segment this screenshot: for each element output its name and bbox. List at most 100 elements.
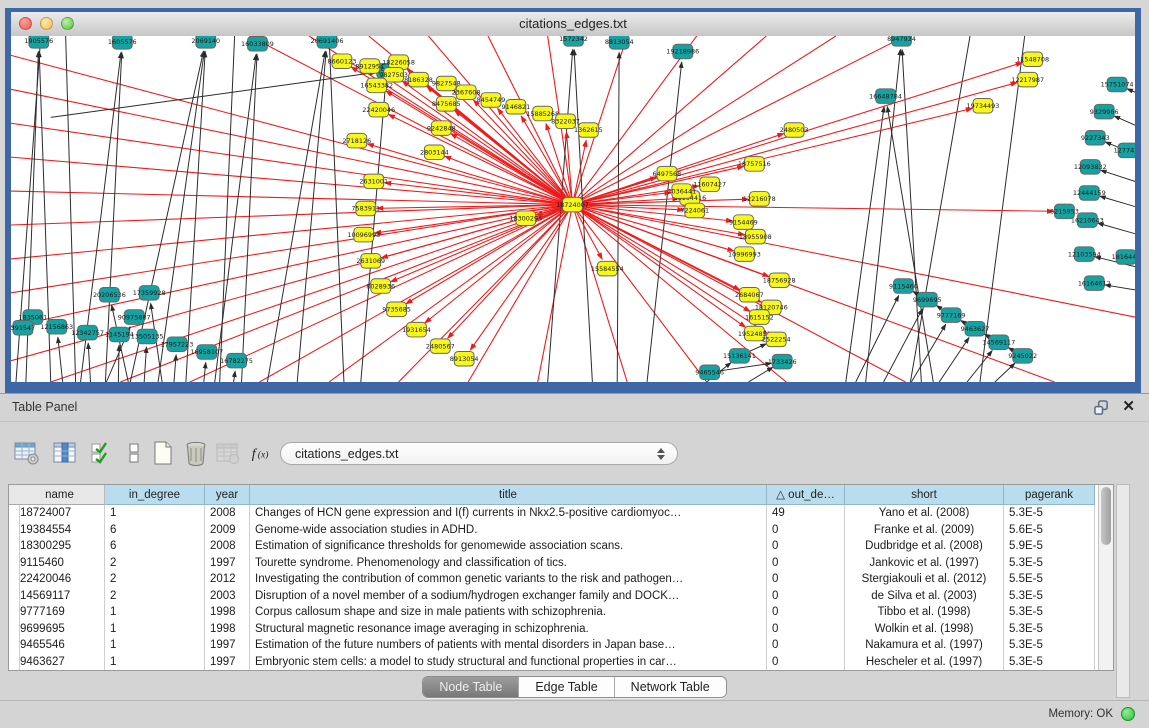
- table-scrollbar[interactable]: [1098, 485, 1113, 670]
- cell-title[interactable]: Disruption of a novel member of a sodium…: [250, 588, 767, 605]
- graph-node-8186328[interactable]: 8186328: [404, 72, 433, 87]
- cell-indeg[interactable]: 1: [105, 654, 205, 671]
- graph-node-9463627[interactable]: 9463627: [961, 321, 990, 336]
- cell-namecol[interactable]: 9463627: [15, 654, 105, 671]
- graph-node-15584554[interactable]: 15584554: [591, 261, 624, 276]
- cell-short[interactable]: Franke et al. (2009): [845, 522, 1004, 539]
- graph-node-12217987[interactable]: 12217987: [1011, 72, 1044, 87]
- graph-node-2036441[interactable]: 2036441: [667, 184, 696, 199]
- cell-title[interactable]: Changes of HCN gene expression and I(f) …: [250, 505, 767, 522]
- graph-node-18757516[interactable]: 18757516: [738, 157, 771, 172]
- cell-pagerank[interactable]: 5.9E-5: [1004, 538, 1095, 555]
- table-header-row[interactable]: namein_degreeyeartitle△ out_de…shortpage…: [9, 485, 1098, 505]
- select-rows-icon[interactable]: [90, 440, 116, 466]
- cell-indeg[interactable]: 1: [105, 637, 205, 654]
- cell-indeg[interactable]: 2: [105, 588, 205, 605]
- column-header-outdeg[interactable]: △ out_de…: [767, 485, 845, 505]
- graph-nodes[interactable]: 1905576160557620691401603380920691406735…: [11, 36, 1135, 380]
- cell-pagerank[interactable]: 5.3E-5: [1004, 637, 1095, 654]
- column-header-indeg[interactable]: in_degree: [105, 485, 205, 505]
- cell-year[interactable]: 1998: [205, 621, 250, 638]
- cell-indeg[interactable]: 2: [105, 555, 205, 572]
- graph-node-8913054[interactable]: 8913054: [450, 351, 479, 366]
- cell-outdeg[interactable]: 0: [767, 571, 845, 588]
- graph-node-2522254[interactable]: 2522254: [762, 332, 791, 347]
- cell-short[interactable]: Tibbo et al. (1998): [845, 604, 1004, 621]
- cell-short[interactable]: Nakamura et al. (1997): [845, 637, 1004, 654]
- tab-network-table[interactable]: Network Table: [615, 677, 726, 697]
- table-row[interactable]: 1872400712008Changes of HCN gene express…: [9, 505, 1098, 522]
- graph-node-11607427[interactable]: 11607427: [693, 177, 726, 192]
- graph-node-1605576[interactable]: 1605576: [108, 36, 137, 49]
- cell-title[interactable]: Investigating the contribution of common…: [250, 571, 767, 588]
- graph-node-7224061[interactable]: 7224061: [680, 203, 709, 218]
- graph-node-9227343[interactable]: 9227343: [1081, 130, 1110, 145]
- table-row[interactable]: 1830029562008Estimation of significance …: [9, 538, 1098, 555]
- cell-short[interactable]: Dudbridge et al. (2008): [845, 538, 1004, 555]
- column-header-short[interactable]: short: [845, 485, 1004, 505]
- graph-node-9777169[interactable]: 9777169: [937, 308, 966, 323]
- citation-network-graph[interactable]: 1905576160557620691401603380920691406735…: [11, 36, 1135, 382]
- graph-node-9465546[interactable]: 9465546: [695, 365, 724, 380]
- cell-title[interactable]: Tourette syndrome. Phenomenology and cla…: [250, 555, 767, 572]
- cell-short[interactable]: Stergiakouli et al. (2012): [845, 571, 1004, 588]
- graph-node-391547[interactable]: 391547: [11, 320, 35, 335]
- cell-outdeg[interactable]: 0: [767, 654, 845, 671]
- table-row[interactable]: 1938455462009Genome-wide association stu…: [9, 522, 1098, 539]
- cell-outdeg[interactable]: 0: [767, 555, 845, 572]
- column-header-pagerank[interactable]: pagerank: [1004, 485, 1095, 505]
- graph-node-9699695[interactable]: 9699695: [913, 292, 942, 307]
- graph-node-1615152[interactable]: 1615152: [745, 310, 774, 325]
- graph-node-12103594[interactable]: 12103594: [1068, 247, 1101, 262]
- graph-node-2631001[interactable]: 2631001: [359, 174, 388, 189]
- delete-icon[interactable]: [183, 440, 209, 466]
- cell-year[interactable]: 2008: [205, 538, 250, 555]
- cell-namecol[interactable]: 18300295: [15, 538, 105, 555]
- tab-node-table[interactable]: Node Table: [423, 677, 519, 697]
- cell-outdeg[interactable]: 0: [767, 522, 845, 539]
- graph-node-2069140[interactable]: 2069140: [191, 36, 220, 48]
- cell-outdeg[interactable]: 49: [767, 505, 845, 522]
- graph-node-8475685[interactable]: 8475685: [432, 97, 461, 112]
- cell-year[interactable]: 1997: [205, 654, 250, 671]
- graph-node-9329966[interactable]: 9329966: [1090, 104, 1119, 119]
- table-row[interactable]: 946362711997Embryonic stem cells: a mode…: [9, 654, 1098, 671]
- graph-node-18955908[interactable]: 18955908: [739, 229, 772, 244]
- graph-node-9154469[interactable]: 9154469: [729, 215, 758, 230]
- graph-node-1733426[interactable]: 1733426: [768, 354, 797, 369]
- graph-node-2480503[interactable]: 2480503: [780, 123, 809, 138]
- cell-short[interactable]: Wolkin et al. (1998): [845, 621, 1004, 638]
- cell-indeg[interactable]: 1: [105, 604, 205, 621]
- row-height-icon[interactable]: [122, 440, 148, 466]
- cell-indeg[interactable]: 6: [105, 538, 205, 555]
- tab-edge-table[interactable]: Edge Table: [519, 677, 614, 697]
- cell-outdeg[interactable]: 0: [767, 621, 845, 638]
- graph-node-2684067[interactable]: 2684067: [735, 288, 764, 303]
- show-column-icon[interactable]: [52, 440, 78, 466]
- cell-title[interactable]: Embryonic stem cells: a model to study s…: [250, 654, 767, 671]
- graph-node-8660123[interactable]: 8660123: [328, 54, 357, 69]
- cell-year[interactable]: 1997: [205, 555, 250, 572]
- cell-namecol[interactable]: 9699695: [15, 621, 105, 638]
- graph-node-16033809[interactable]: 16033809: [241, 36, 274, 51]
- graph-node-19734493[interactable]: 19734493: [967, 99, 1000, 114]
- cell-title[interactable]: Genome-wide association studies in ADHD.: [250, 522, 767, 539]
- graph-node-2718126[interactable]: 2718126: [342, 133, 371, 148]
- cell-pagerank[interactable]: 5.3E-5: [1004, 555, 1095, 572]
- graph-node-6497568[interactable]: 6497568: [653, 166, 682, 181]
- window-titlebar[interactable]: citations_edges.txt: [11, 12, 1135, 37]
- cell-pagerank[interactable]: 5.6E-5: [1004, 522, 1095, 539]
- cell-year[interactable]: 2008: [205, 505, 250, 522]
- graph-node-17359928[interactable]: 17359928: [133, 286, 166, 301]
- table-row[interactable]: 2242004622012Investigating the contribut…: [9, 571, 1098, 588]
- cell-namecol[interactable]: 9777169: [15, 604, 105, 621]
- cell-outdeg[interactable]: 0: [767, 588, 845, 605]
- graph-node-9735685[interactable]: 9735685: [382, 302, 411, 317]
- graph-node-12216078[interactable]: 12216078: [743, 192, 776, 207]
- graph-node-14569117[interactable]: 14569117: [982, 335, 1015, 350]
- network-view-window[interactable]: citations_edges.txt 19055761605576206914…: [5, 8, 1141, 393]
- graph-node-8947934[interactable]: 8947934: [887, 36, 916, 46]
- column-header-namecol[interactable]: name: [15, 485, 105, 505]
- graph-node-2803144[interactable]: 2803144: [420, 145, 449, 160]
- graph-node-8215953[interactable]: 8215953: [1050, 204, 1079, 219]
